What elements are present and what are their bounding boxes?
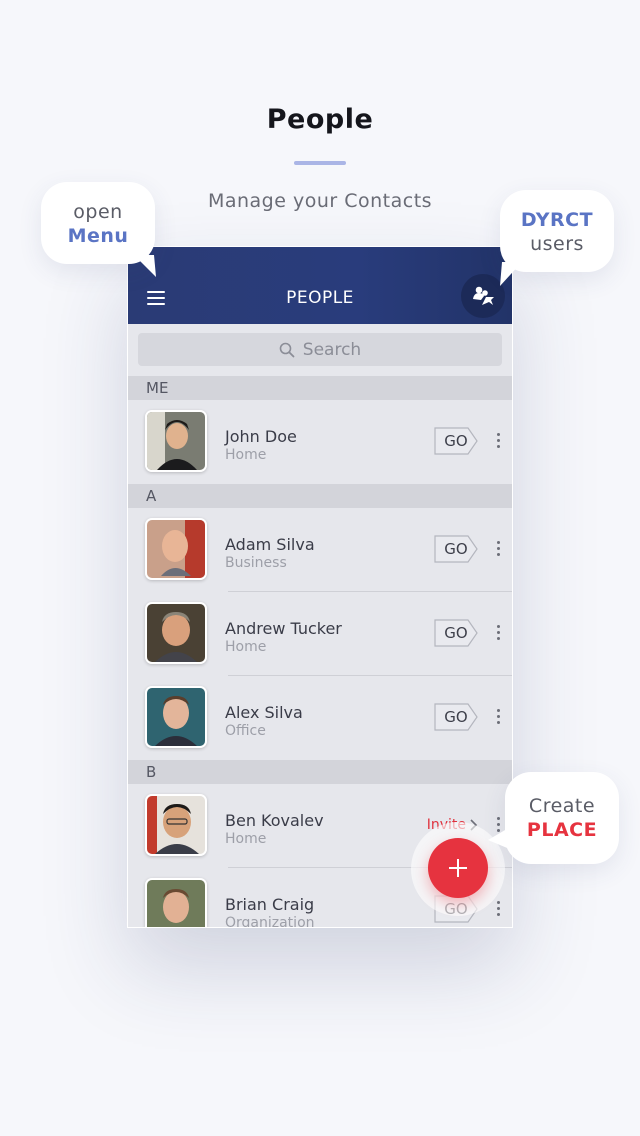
go-label: GO <box>444 708 468 726</box>
callout-tail <box>500 262 522 286</box>
kebab-icon[interactable] <box>497 433 501 449</box>
create-place-button[interactable] <box>428 838 488 898</box>
menu-callout: open Menu <box>41 182 155 264</box>
search-placeholder: Search <box>302 339 362 360</box>
search-input[interactable]: Search <box>138 333 502 366</box>
callout-highlight: PLACE <box>526 819 598 841</box>
contact-row[interactable]: Adam Silva Business GO <box>128 508 512 592</box>
go-button[interactable]: GO <box>434 703 478 731</box>
contact-place: Business <box>225 555 287 571</box>
callout-tail <box>488 826 512 850</box>
contact-name: John Doe <box>225 427 297 446</box>
contact-row[interactable]: Andrew Tucker Home GO <box>128 592 512 676</box>
contact-place: Home <box>225 639 267 655</box>
contact-name: Ben Kovalev <box>225 811 324 830</box>
create-place-callout: Create PLACE <box>505 772 619 864</box>
avatar <box>145 602 207 664</box>
header-title: PEOPLE <box>286 288 354 308</box>
section-header: B <box>128 760 512 784</box>
go-button[interactable]: GO <box>434 427 478 455</box>
contact-name: Alex Silva <box>225 703 303 722</box>
page-title: People <box>266 104 374 135</box>
dyrct-callout: DYRCT users <box>500 190 614 272</box>
section-header: ME <box>128 376 512 400</box>
callout-line: Create <box>528 795 596 817</box>
callout-line: open <box>73 201 123 223</box>
callout-highlight: Menu <box>67 225 129 247</box>
callout-highlight: DYRCT <box>520 209 594 231</box>
go-label: GO <box>444 624 468 642</box>
contact-place: Home <box>225 831 267 847</box>
callout-line: users <box>530 233 584 255</box>
contact-row[interactable]: Alex Silva Office GO <box>128 676 512 760</box>
contact-name: Adam Silva <box>225 535 315 554</box>
contact-name: Brian Craig <box>225 895 315 914</box>
contact-place: Office <box>225 723 266 739</box>
go-label: GO <box>444 432 468 450</box>
contact-row[interactable]: John Doe Home GO <box>128 400 512 484</box>
contact-name: Andrew Tucker <box>225 619 342 638</box>
users-send-icon <box>473 286 494 305</box>
app-header: PEOPLE <box>128 247 512 324</box>
avatar <box>145 410 207 472</box>
avatar <box>145 794 207 856</box>
kebab-icon[interactable] <box>497 709 501 725</box>
plus-icon <box>449 859 467 877</box>
go-button[interactable]: GO <box>434 619 478 647</box>
kebab-icon[interactable] <box>497 625 501 641</box>
avatar <box>145 878 207 927</box>
section-header: A <box>128 484 512 508</box>
callout-tail <box>134 255 156 277</box>
contact-place: Organization <box>225 915 315 928</box>
avatar <box>145 518 207 580</box>
kebab-icon[interactable] <box>497 901 501 917</box>
search-area: Search <box>128 324 512 376</box>
contact-place: Home <box>225 447 267 463</box>
title-underline <box>294 161 346 165</box>
kebab-icon[interactable] <box>497 541 501 557</box>
go-button[interactable]: GO <box>434 535 478 563</box>
avatar <box>145 686 207 748</box>
go-label: GO <box>444 540 468 558</box>
search-icon <box>279 342 295 357</box>
